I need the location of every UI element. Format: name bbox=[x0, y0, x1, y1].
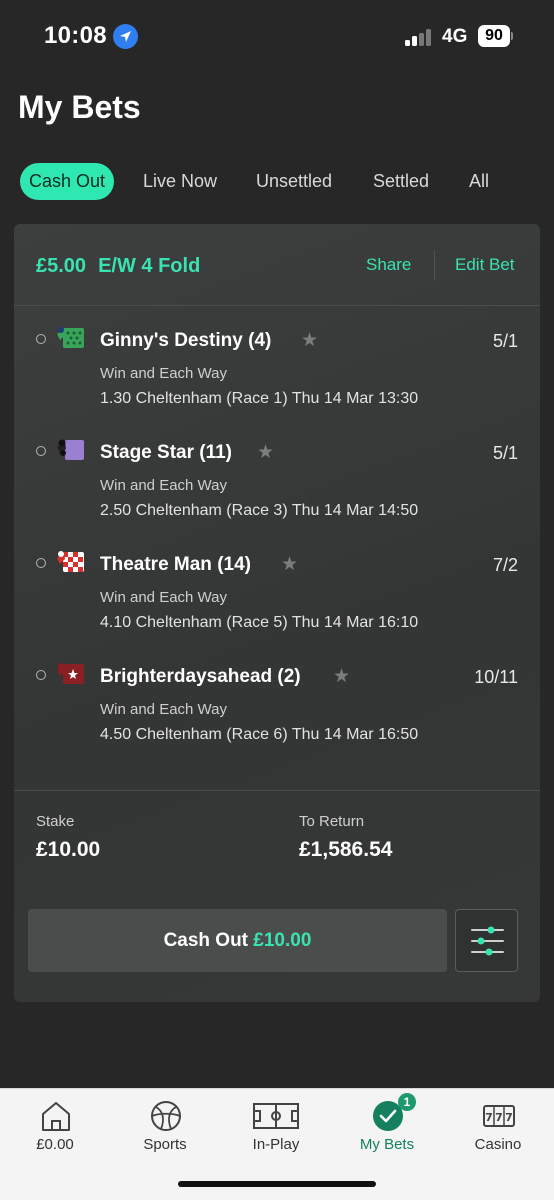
jockey-silk-icon bbox=[56, 326, 86, 350]
star-icon[interactable]: ★ bbox=[301, 329, 318, 352]
cash-out-settings-button[interactable] bbox=[455, 909, 518, 972]
home-indicator bbox=[178, 1181, 376, 1187]
bet-type: E/W 4 Fold bbox=[98, 255, 201, 277]
return-value: £1,586.54 bbox=[299, 838, 393, 861]
svg-text:7: 7 bbox=[505, 1111, 513, 1124]
selection-race: 4.50 Cheltenham (Race 6) Thu 14 Mar 16:5… bbox=[100, 726, 419, 743]
share-button[interactable]: Share bbox=[366, 255, 411, 275]
nav-label: My Bets bbox=[359, 1136, 415, 1153]
nav-label: In-Play bbox=[252, 1136, 300, 1153]
slot-machine-icon: 7 7 7 bbox=[483, 1105, 515, 1127]
cash-out-amount: £10.00 bbox=[253, 930, 312, 951]
stake-label: Stake bbox=[36, 813, 75, 830]
nav-label: Casino bbox=[474, 1136, 522, 1153]
nav-badge: 1 bbox=[398, 1093, 416, 1111]
selection-odds: 7/2 bbox=[492, 555, 518, 575]
status-dot-icon bbox=[36, 670, 46, 680]
sliders-icon bbox=[471, 926, 504, 956]
svg-text:7: 7 bbox=[495, 1111, 503, 1124]
status-time: 10:08 bbox=[44, 22, 107, 49]
bet-card-header: £5.00 E/W 4 Fold Share Edit Bet bbox=[14, 224, 540, 306]
status-bar: 10:08 4G 90 bbox=[0, 0, 554, 70]
star-icon[interactable]: ★ bbox=[333, 665, 350, 688]
return-label: To Return bbox=[299, 813, 365, 830]
selection-race: 1.30 Cheltenham (Race 1) Thu 14 Mar 13:3… bbox=[100, 390, 419, 407]
nav-label: Sports bbox=[143, 1136, 187, 1153]
home-icon bbox=[42, 1102, 70, 1131]
tab-settled[interactable]: Settled bbox=[373, 163, 429, 200]
battery-icon: 90 bbox=[478, 25, 513, 47]
nav-item-in-play[interactable]: In-Play bbox=[221, 1089, 331, 1169]
status-dot-icon bbox=[36, 446, 46, 456]
selection-race: 2.50 Cheltenham (Race 3) Thu 14 Mar 14:5… bbox=[100, 502, 419, 519]
football-icon bbox=[151, 1101, 181, 1131]
nav-label: £0.00 bbox=[36, 1136, 74, 1153]
selection-market: Win and Each Way bbox=[100, 701, 227, 718]
bet-title: £5.00 E/W 4 Fold bbox=[36, 255, 200, 278]
jockey-silk-icon bbox=[56, 662, 86, 686]
star-icon[interactable]: ★ bbox=[281, 553, 298, 576]
nav-item-sports[interactable]: Sports bbox=[110, 1089, 220, 1169]
selection-market: Win and Each Way bbox=[100, 589, 227, 606]
selection-name: Theatre Man (14) bbox=[100, 554, 251, 575]
selection-odds: 5/1 bbox=[492, 443, 518, 463]
svg-text:7: 7 bbox=[485, 1111, 493, 1124]
bet-card: £5.00 E/W 4 Fold Share Edit Bet Ginny's D… bbox=[14, 224, 540, 1002]
battery-level: 90 bbox=[478, 25, 510, 47]
header-divider bbox=[434, 250, 435, 280]
location-arrow-icon bbox=[113, 24, 138, 49]
status-dot-icon bbox=[36, 558, 46, 568]
nav-item-home[interactable]: £0.00 bbox=[0, 1089, 110, 1169]
selection-name: Ginny's Destiny (4) bbox=[100, 330, 272, 351]
jockey-silk-icon bbox=[56, 550, 86, 574]
pitch-icon bbox=[253, 1103, 299, 1129]
signal-icon bbox=[405, 29, 433, 46]
status-dot-icon bbox=[36, 334, 46, 344]
tab-live-now[interactable]: Live Now bbox=[143, 163, 217, 200]
network-label: 4G bbox=[442, 26, 468, 47]
nav-item-casino[interactable]: 7 7 7 Casino bbox=[443, 1089, 553, 1169]
stake-value: £10.00 bbox=[36, 838, 101, 861]
page-title: My Bets bbox=[18, 89, 141, 125]
selection-market: Win and Each Way bbox=[100, 477, 227, 494]
tab-all[interactable]: All bbox=[469, 163, 489, 200]
selection-name: Stage Star (11) bbox=[100, 442, 232, 463]
jockey-silk-icon bbox=[56, 438, 86, 462]
card-divider bbox=[14, 790, 540, 791]
selection-odds: 5/1 bbox=[492, 331, 518, 351]
selection-name: Brighterdaysahead (2) bbox=[100, 666, 301, 687]
star-icon[interactable]: ★ bbox=[257, 441, 274, 464]
selection-odds: 10/11 bbox=[474, 667, 518, 687]
selection-market: Win and Each Way bbox=[100, 365, 227, 382]
cash-out-button[interactable]: Cash Out £10.00 bbox=[28, 909, 447, 972]
bet-unit-stake: £5.00 bbox=[36, 255, 87, 277]
selection-race: 4.10 Cheltenham (Race 5) Thu 14 Mar 16:1… bbox=[100, 614, 419, 631]
tab-cash-out[interactable]: Cash Out bbox=[20, 163, 115, 200]
nav-item-my-bets[interactable]: 1 My Bets bbox=[332, 1089, 442, 1169]
edit-bet-button[interactable]: Edit Bet bbox=[455, 255, 515, 275]
cash-out-label: Cash Out bbox=[163, 930, 249, 951]
tab-unsettled[interactable]: Unsettled bbox=[256, 163, 332, 200]
